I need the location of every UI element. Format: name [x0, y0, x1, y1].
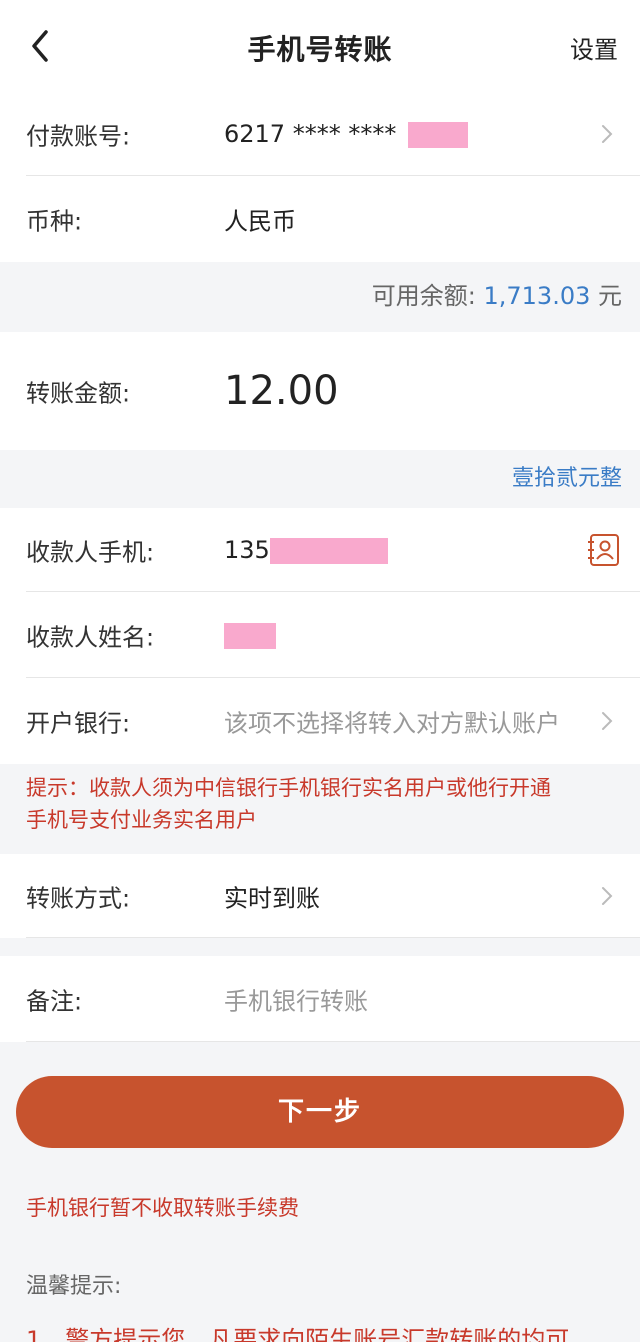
- remark-input[interactable]: 手机银行转账: [224, 982, 368, 1017]
- transfer-method-value[interactable]: 实时到账: [224, 879, 320, 914]
- balance-label: 可用余额:: [371, 282, 476, 310]
- amount-in-words-bar: 壹拾贰元整: [0, 450, 640, 508]
- redacted-block: [269, 538, 388, 564]
- currency-label: 币种:: [26, 207, 83, 236]
- warm-tips-line-1: 1、警方提示您，凡要求向陌生账号汇款转账的均可: [26, 1326, 570, 1342]
- payer-account-value: 6217 **** ****: [224, 120, 468, 148]
- warm-tips-title: 温馨提示:: [26, 1274, 122, 1299]
- fee-note: 手机银行暂不收取转账手续费: [26, 1196, 299, 1220]
- transfer-amount-label: 转账金额:: [26, 379, 131, 408]
- transfer-method-label: 转账方式:: [26, 884, 131, 913]
- redacted-block: [407, 122, 468, 148]
- transfer-method-row[interactable]: 转账方式: 实时到账: [0, 854, 640, 938]
- currency-row: 币种: 人民币: [0, 176, 640, 262]
- payee-name-value[interactable]: [224, 621, 276, 649]
- currency-value: 人民币: [224, 207, 296, 236]
- amount-in-words: 壹拾贰元整: [511, 466, 622, 491]
- method-section: 转账方式: 实时到账: [0, 854, 640, 938]
- bank-row[interactable]: 开户银行: 该项不选择将转入对方默认账户: [0, 678, 640, 764]
- transfer-amount-input[interactable]: 12.00: [224, 368, 339, 414]
- tip-line-2: 手机号支付业务实名用户: [26, 808, 257, 832]
- chevron-right-icon: [602, 125, 613, 143]
- settings-button[interactable]: 设置: [570, 30, 618, 65]
- row-divider: [26, 1041, 640, 1042]
- payee-tip: 提示：收款人须为中信银行手机银行实名用户或他行开通 手机号支付业务实名用户: [0, 764, 640, 854]
- payer-account-row[interactable]: 付款账号: 6217 **** ****: [0, 92, 640, 176]
- payee-phone-row[interactable]: 收款人手机: 135: [0, 508, 640, 592]
- balance-amount: 1,713.03: [483, 282, 591, 310]
- next-step-button[interactable]: 下一步: [16, 1076, 624, 1148]
- payee-phone-value[interactable]: 135: [224, 536, 388, 564]
- chevron-right-icon: [602, 887, 613, 905]
- tip-line-1: 提示：收款人须为中信银行手机银行实名用户或他行开通: [26, 776, 551, 800]
- row-divider: [26, 937, 640, 938]
- phone-transfer-page: 手机号转账 设置 付款账号: 6217 **** **** 币种: 人民币 可用…: [0, 0, 640, 1342]
- payer-account-number: 6217 **** ****: [224, 120, 397, 148]
- page-title: 手机号转账: [247, 33, 393, 66]
- amount-section: 转账金额: 12.00: [0, 332, 640, 450]
- payee-name-label: 收款人姓名:: [26, 623, 155, 652]
- balance-unit: 元: [598, 282, 622, 310]
- transfer-amount-row[interactable]: 转账金额: 12.00: [0, 332, 640, 450]
- remark-label: 备注:: [26, 987, 83, 1016]
- contact-book-icon[interactable]: [586, 532, 622, 568]
- redacted-block: [224, 623, 276, 649]
- bank-select[interactable]: 该项不选择将转入对方默认账户: [224, 704, 560, 739]
- bank-label: 开户银行:: [26, 709, 131, 738]
- available-balance: 可用余额: 1,713.03 元: [372, 276, 622, 311]
- payee-phone-prefix: 135: [224, 536, 270, 564]
- remark-row[interactable]: 备注: 手机银行转账: [0, 956, 640, 1042]
- payee-section: 收款人手机: 135 收款人姓名: 开户银行: 该项不选择将转入对方默认账户: [0, 508, 640, 764]
- remark-section: 备注: 手机银行转账: [0, 956, 640, 1042]
- payer-account-label: 付款账号:: [26, 122, 131, 151]
- account-section: 付款账号: 6217 **** **** 币种: 人民币: [0, 92, 640, 262]
- app-header: 手机号转账 设置: [0, 0, 640, 92]
- payee-name-row[interactable]: 收款人姓名:: [0, 592, 640, 678]
- balance-bar: 可用余额: 1,713.03 元: [0, 262, 640, 330]
- payee-phone-label: 收款人手机:: [26, 538, 155, 567]
- chevron-right-icon: [602, 712, 613, 730]
